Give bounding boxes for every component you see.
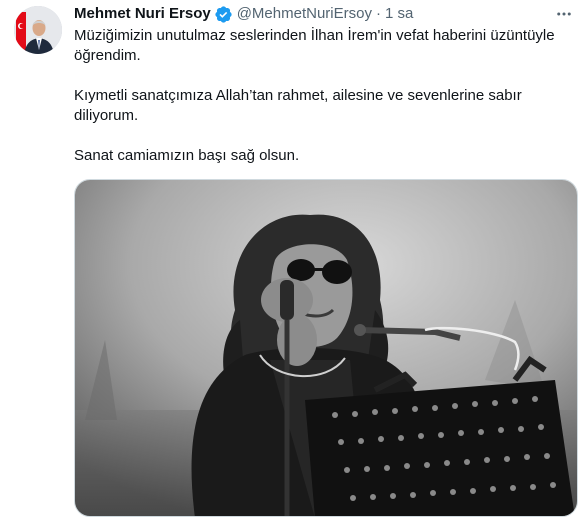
verified-badge-icon [214, 5, 233, 24]
tweet[interactable]: Mehmet Nuri Ersoy @MehmetNuriErsoy · 1 s… [0, 0, 584, 520]
tweet-text: Müziğimizin unutulmaz seslerinden İlhan … [74, 26, 560, 166]
tweet-photo[interactable] [74, 179, 578, 517]
tweet-text-line: Sanat camiamızın başı sağ olsun. [74, 147, 300, 164]
tweet-body: Mehmet Nuri Ersoy @MehmetNuriErsoy · 1 s… [74, 4, 578, 517]
singer-photo [75, 180, 577, 516]
author-handle[interactable]: @MehmetNuriErsoy [237, 4, 372, 24]
tweet-text-line: Kıymetli sanatçımıza Allah’tan rahmet, a… [74, 87, 522, 104]
tweet-timestamp[interactable]: 1 sa [385, 4, 413, 24]
tweet-text-line: öğrendim. [74, 47, 141, 64]
avatar-image [14, 6, 62, 54]
tweet-text-line: Müziğimizin unutulmaz seslerinden İlhan … [74, 27, 555, 44]
tweet-header: Mehmet Nuri Ersoy @MehmetNuriErsoy · 1 s… [74, 4, 578, 24]
author-avatar[interactable] [14, 6, 62, 54]
author-name[interactable]: Mehmet Nuri Ersoy [74, 4, 211, 24]
header-separator: · [375, 5, 381, 22]
tweet-text-line: diliyorum. [74, 107, 139, 124]
more-options-icon[interactable] [554, 4, 574, 24]
